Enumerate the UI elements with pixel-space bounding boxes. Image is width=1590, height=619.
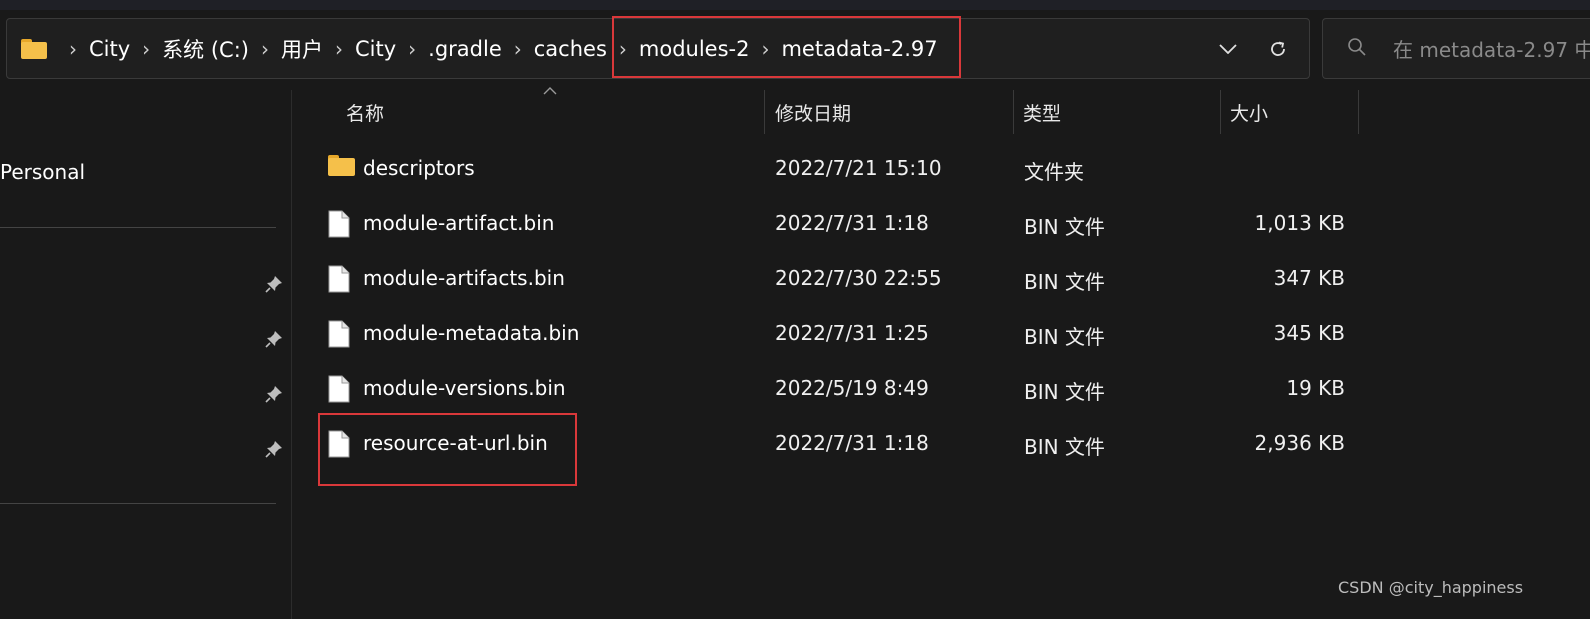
chevron-right-icon[interactable]: ›: [335, 37, 343, 61]
file-type: BIN 文件: [1024, 435, 1105, 459]
column-header-name[interactable]: 名称: [346, 90, 384, 134]
file-icon: [328, 375, 350, 403]
breadcrumb-item[interactable]: modules-2: [639, 37, 750, 61]
refresh-icon[interactable]: [1267, 38, 1289, 60]
file-name: descriptors: [363, 156, 475, 180]
file-type: BIN 文件: [1024, 380, 1105, 404]
chevron-right-icon[interactable]: ›: [761, 37, 769, 61]
pin-icon[interactable]: [264, 329, 284, 349]
folder-icon: [21, 38, 47, 59]
column-divider[interactable]: [1358, 90, 1359, 134]
column-header-size[interactable]: 大小: [1230, 90, 1268, 134]
file-name: module-artifacts.bin: [363, 266, 565, 290]
watermark: CSDN @city_happiness: [1338, 578, 1524, 597]
file-name: resource-at-url.bin: [363, 431, 548, 455]
file-row[interactable]: resource-at-url.bin 2022/7/31 1:18 BIN 文…: [320, 417, 1360, 472]
file-row[interactable]: module-artifacts.bin 2022/7/30 22:55 BIN…: [320, 252, 1360, 307]
column-header-type[interactable]: 类型: [1023, 90, 1061, 134]
column-header-modified[interactable]: 修改日期: [775, 90, 851, 134]
file-row[interactable]: module-metadata.bin 2022/7/31 1:25 BIN 文…: [320, 307, 1360, 362]
column-divider[interactable]: [1220, 90, 1221, 134]
pane-splitter[interactable]: [291, 90, 292, 619]
pin-icon[interactable]: [264, 439, 284, 459]
search-icon: [1347, 37, 1367, 61]
file-size: 19 KB: [1286, 376, 1345, 400]
sidebar-divider: [0, 503, 276, 504]
file-row-descriptors[interactable]: descriptors 2022/7/21 15:10 文件夹: [320, 142, 1360, 197]
file-modified: 2022/5/19 8:49: [775, 376, 929, 400]
sidebar-divider: [0, 227, 276, 228]
search-placeholder: 在 metadata-2.97 中搜索: [1393, 38, 1590, 62]
file-name: module-artifact.bin: [363, 211, 555, 235]
address-bar[interactable]: › City › 系统 (C:) › 用户 › City › .gradle ›…: [6, 18, 1310, 79]
chevron-right-icon[interactable]: ›: [261, 37, 269, 61]
chevron-down-icon[interactable]: [1217, 38, 1239, 60]
window-top-strip: [0, 0, 1590, 10]
file-row[interactable]: module-artifact.bin 2022/7/31 1:18 BIN 文…: [320, 197, 1360, 252]
chevron-right-icon[interactable]: ›: [408, 37, 416, 61]
file-icon: [328, 320, 350, 348]
chevron-right-icon[interactable]: ›: [514, 37, 522, 61]
breadcrumb-item[interactable]: City: [89, 37, 130, 61]
file-size: 345 KB: [1273, 321, 1345, 345]
file-name: module-versions.bin: [363, 376, 566, 400]
pin-icon[interactable]: [264, 274, 284, 294]
chevron-right-icon: ›: [69, 36, 77, 61]
file-type: 文件夹: [1024, 160, 1084, 184]
sidebar-item-personal[interactable]: Personal: [0, 160, 85, 184]
column-divider[interactable]: [764, 90, 765, 134]
file-modified: 2022/7/30 22:55: [775, 266, 942, 290]
file-type: BIN 文件: [1024, 215, 1105, 239]
file-row[interactable]: module-versions.bin 2022/5/19 8:49 BIN 文…: [320, 362, 1360, 417]
chevron-right-icon[interactable]: ›: [142, 37, 150, 61]
file-size: 347 KB: [1273, 266, 1345, 290]
search-input[interactable]: 在 metadata-2.97 中搜索: [1322, 18, 1590, 79]
file-modified: 2022/7/31 1:18: [775, 431, 929, 455]
breadcrumb-item-current[interactable]: metadata-2.97: [781, 37, 937, 61]
breadcrumb-item[interactable]: caches: [534, 37, 607, 61]
file-modified: 2022/7/31 1:25: [775, 321, 929, 345]
column-divider[interactable]: [1013, 90, 1014, 134]
sort-ascending-icon: [543, 87, 557, 95]
breadcrumb-item[interactable]: 系统 (C:): [162, 34, 249, 64]
file-icon: [328, 265, 350, 293]
file-size: 1,013 KB: [1254, 211, 1345, 235]
file-size: 2,936 KB: [1254, 431, 1345, 455]
breadcrumb: › City › 系统 (C:) › 用户 › City › .gradle ›…: [7, 19, 1217, 78]
folder-icon: [328, 155, 355, 176]
file-name: module-metadata.bin: [363, 321, 580, 345]
chevron-right-icon[interactable]: ›: [619, 37, 627, 61]
navigation-pane: Personal: [0, 88, 290, 619]
file-modified: 2022/7/21 15:10: [775, 156, 942, 180]
file-icon: [328, 430, 350, 458]
breadcrumb-item[interactable]: City: [355, 37, 396, 61]
breadcrumb-item[interactable]: 用户: [281, 34, 323, 64]
file-type: BIN 文件: [1024, 270, 1105, 294]
file-modified: 2022/7/31 1:18: [775, 211, 929, 235]
file-icon: [328, 210, 350, 238]
breadcrumb-item[interactable]: .gradle: [428, 37, 502, 61]
pin-icon[interactable]: [264, 384, 284, 404]
file-type: BIN 文件: [1024, 325, 1105, 349]
